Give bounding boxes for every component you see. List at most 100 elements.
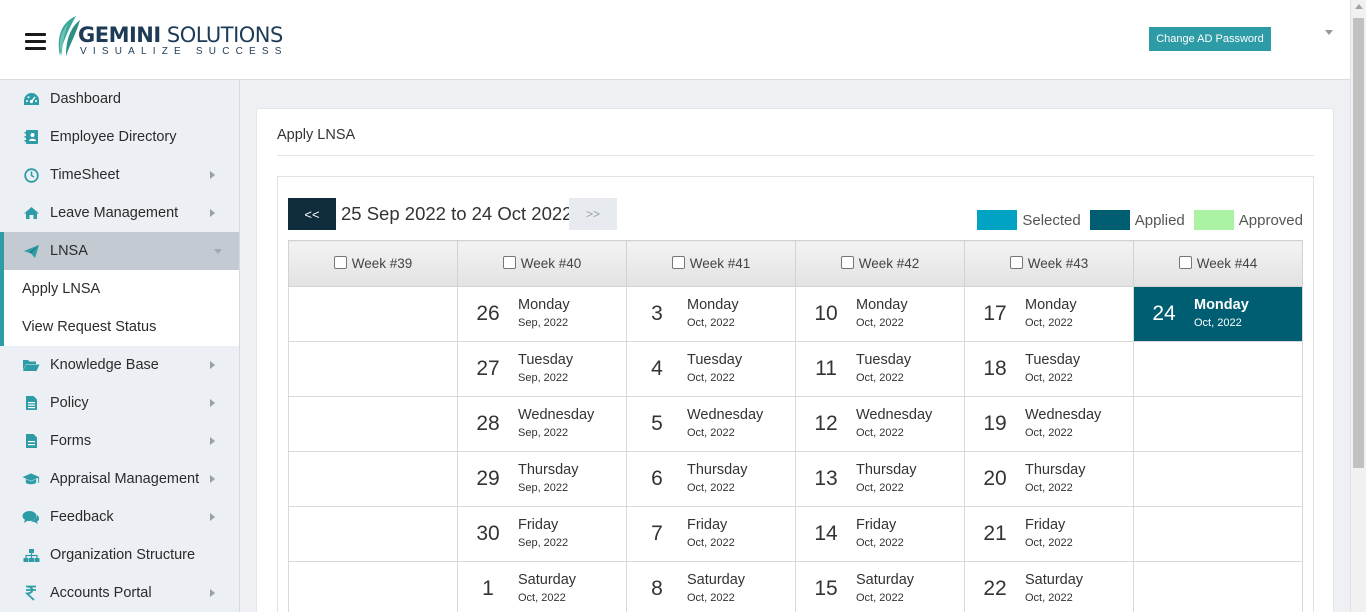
calendar-day-cell[interactable]: 22 Saturday Oct, 2022 [964,561,1134,612]
calendar-day[interactable]: 26 Monday Sep, 2022 [458,287,626,341]
calendar-day[interactable]: 28 Wednesday Sep, 2022 [458,397,626,451]
calendar-day[interactable]: 20 Thursday Oct, 2022 [965,452,1133,506]
calendar-day-cell[interactable]: 27 Tuesday Sep, 2022 [457,341,627,397]
sidebar-item-employee-directory[interactable]: Employee Directory [0,118,239,156]
day-number: 18 [983,357,1007,380]
calendar-day[interactable]: 12 Wednesday Oct, 2022 [796,397,964,451]
day-month: Oct, 2022 [687,372,735,384]
calendar-row: 1 Saturday Oct, 2022 8 Saturday Oct, 2022 15 Sa… [288,561,1303,612]
calendar-day[interactable]: 8 Saturday Oct, 2022 [627,562,795,612]
calendar-day-cell[interactable]: 6 Thursday Oct, 2022 [626,451,796,507]
calendar-day-cell[interactable]: 17 Monday Oct, 2022 [964,286,1134,342]
day-number: 26 [476,302,500,325]
calendar-day[interactable]: 7 Friday Oct, 2022 [627,507,795,561]
calendar-day[interactable]: 22 Saturday Oct, 2022 [965,562,1133,612]
day-number: 1 [482,577,494,600]
calendar-day[interactable]: 5 Wednesday Oct, 2022 [627,397,795,451]
page-scrollbar[interactable] [1350,0,1366,612]
day-name: Saturday [856,572,915,588]
calendar-day-cell[interactable]: 8 Saturday Oct, 2022 [626,561,796,612]
calendar-day-cell[interactable]: 26 Monday Sep, 2022 [457,286,627,342]
sidebar-item-appraisal-management[interactable]: Appraisal Management [0,460,239,498]
calendar-day-cell[interactable]: 10 Monday Oct, 2022 [795,286,965,342]
sidebar-item-knowledge-base[interactable]: Knowledge Base [0,346,239,384]
scrollbar-thumb[interactable] [1353,18,1364,468]
calendar-row: 28 Wednesday Sep, 2022 5 Wednesday Oct, 2022 1… [288,396,1303,452]
calendar-day-cell[interactable]: 29 Thursday Sep, 2022 [457,451,627,507]
calendar-day-cell[interactable]: 21 Friday Oct, 2022 [964,506,1134,562]
sidebar-item-lnsa[interactable]: LNSA [0,232,239,270]
sidebar-item-accounts-portal[interactable]: Accounts Portal [0,574,239,612]
day-month: Oct, 2022 [856,482,904,494]
week-checkbox[interactable] [840,256,854,269]
calendar-day[interactable]: 18 Tuesday Oct, 2022 [965,342,1133,396]
calendar-day-cell[interactable]: 11 Tuesday Oct, 2022 [795,341,965,397]
calendar-day-cell[interactable]: 19 Wednesday Oct, 2022 [964,396,1134,452]
week-checkbox[interactable] [1178,256,1192,269]
folder-open-icon [22,356,40,374]
week-checkbox[interactable] [1009,256,1023,269]
sidebar-item-organization-structure[interactable]: Organization Structure [0,536,239,574]
calendar-empty-cell [288,561,458,612]
calendar-day-cell[interactable]: 18 Tuesday Oct, 2022 [964,341,1134,397]
sidebar-item-timesheet[interactable]: TimeSheet [0,156,239,194]
sidebar-subitem-view-request-status[interactable]: View Request Status [0,308,239,346]
user-menu-caret-icon[interactable] [1325,30,1333,35]
sidebar-item-policy[interactable]: Policy [0,384,239,422]
week-checkbox[interactable] [502,256,516,269]
calendar-day[interactable]: 1 Saturday Oct, 2022 [458,562,626,612]
week-calendar-table: Week #39 Week #40 Week #41 Week #42 Week #43… [288,240,1303,612]
calendar-day[interactable]: 17 Monday Oct, 2022 [965,287,1133,341]
chevron-right-icon [210,361,215,369]
calendar-day-cell[interactable]: 1 Saturday Oct, 2022 [457,561,627,612]
week-checkbox[interactable] [671,256,685,269]
change-ad-password-button[interactable]: Change AD Password [1149,27,1271,51]
calendar-day[interactable]: 19 Wednesday Oct, 2022 [965,397,1133,451]
calendar-day[interactable]: 10 Monday Oct, 2022 [796,287,964,341]
day-month: Sep, 2022 [518,427,569,439]
sidebar-item-dashboard[interactable]: Dashboard [0,80,239,118]
calendar-day[interactable]: 21 Friday Oct, 2022 [965,507,1133,561]
calendar-day[interactable]: 30 Friday Sep, 2022 [458,507,626,561]
calendar-day[interactable]: 4 Tuesday Oct, 2022 [627,342,795,396]
sidebar-item-forms[interactable]: Forms [0,422,239,460]
sidebar-item-leave-management[interactable]: Leave Management [0,194,239,232]
calendar-day[interactable]: 13 Thursday Oct, 2022 [796,452,964,506]
calendar-day-cell[interactable]: 20 Thursday Oct, 2022 [964,451,1134,507]
day-meta: Wednesday Oct, 2022 [856,407,932,441]
calendar-day[interactable]: 27 Tuesday Sep, 2022 [458,342,626,396]
calendar-day-cell[interactable]: 15 Saturday Oct, 2022 [795,561,965,612]
sidebar-item-label: TimeSheet [50,167,120,183]
day-month: Oct, 2022 [856,372,904,384]
calendar-day[interactable]: 24 Monday Oct, 2022 [1134,287,1302,341]
company-logo[interactable]: GEMINI SOLUTIONS VISUALIZE SUCCESS [54,14,286,60]
scroll-up-arrow-icon[interactable] [1355,4,1363,9]
hamburger-menu-icon[interactable] [25,33,46,50]
calendar-day-cell[interactable]: 28 Wednesday Sep, 2022 [457,396,627,452]
previous-period-button[interactable]: << [288,198,336,230]
calendar-day-cell[interactable]: 7 Friday Oct, 2022 [626,506,796,562]
calendar-row: 30 Friday Sep, 2022 7 Friday Oct, 2022 14 Frida… [288,506,1303,562]
calendar-day[interactable]: 6 Thursday Oct, 2022 [627,452,795,506]
calendar-day-cell[interactable]: 5 Wednesday Oct, 2022 [626,396,796,452]
calendar-day-cell[interactable]: 12 Wednesday Oct, 2022 [795,396,965,452]
calendar-day-cell[interactable]: 30 Friday Sep, 2022 [457,506,627,562]
week-header-cell: Week #40 [457,240,627,287]
calendar-day[interactable]: 11 Tuesday Oct, 2022 [796,342,964,396]
sidebar-item-feedback[interactable]: Feedback [0,498,239,536]
week-checkbox[interactable] [333,256,347,269]
calendar-day[interactable]: 3 Monday Oct, 2022 [627,287,795,341]
sidebar-subitem-apply-lnsa[interactable]: Apply LNSA [0,270,239,308]
calendar-day[interactable]: 15 Saturday Oct, 2022 [796,562,964,612]
day-meta: Friday Sep, 2022 [518,517,568,551]
calendar-day[interactable]: 29 Thursday Sep, 2022 [458,452,626,506]
calendar-day-cell[interactable]: 4 Tuesday Oct, 2022 [626,341,796,397]
calendar-day-cell[interactable]: 13 Thursday Oct, 2022 [795,451,965,507]
calendar-day-cell[interactable]: 14 Friday Oct, 2022 [795,506,965,562]
calendar-day-cell[interactable]: 3 Monday Oct, 2022 [626,286,796,342]
clock-icon [22,166,40,184]
next-period-button[interactable]: >> [569,198,617,230]
calendar-day-cell[interactable]: 24 Monday Oct, 2022 [1133,286,1303,342]
day-name: Monday [687,297,739,313]
calendar-day[interactable]: 14 Friday Oct, 2022 [796,507,964,561]
